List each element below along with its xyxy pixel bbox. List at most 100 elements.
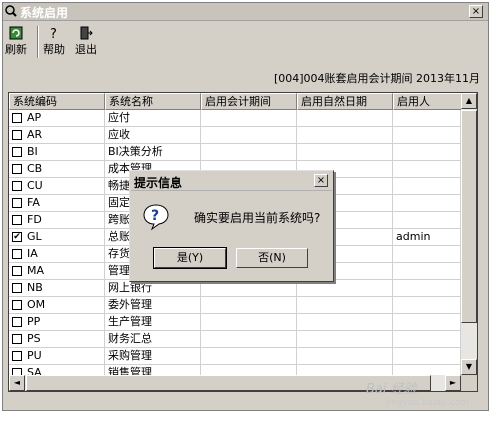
- watermark-logo: Bai 经验: [366, 382, 417, 397]
- cell-text-name: 总账: [108, 230, 130, 243]
- refresh-icon: [9, 26, 23, 40]
- cell-code: FA: [9, 195, 105, 212]
- cell-date: [297, 280, 393, 297]
- cell-user: [393, 144, 461, 161]
- system-code: PP: [27, 315, 41, 328]
- scroll-down-button[interactable]: ▼: [461, 359, 477, 375]
- toolbar-separator: [37, 26, 39, 58]
- watermark-url: jingyan.baidu.com: [386, 398, 470, 408]
- exit-button[interactable]: 退出: [75, 26, 97, 57]
- help-label: 帮助: [43, 43, 65, 56]
- enable-checkbox[interactable]: [12, 266, 22, 276]
- system-code: AP: [27, 111, 42, 124]
- system-code: BI: [27, 145, 38, 158]
- cell-text-name: 财务汇总: [108, 332, 152, 345]
- column-header-name[interactable]: 系统名称: [105, 93, 201, 110]
- scroll-corner: [461, 375, 477, 391]
- toolbar: 刷新 ? 帮助 退出: [3, 22, 488, 62]
- cell-period: [201, 280, 297, 297]
- table-row[interactable]: AR 应收: [9, 127, 461, 144]
- cell-date: [297, 297, 393, 314]
- enable-checkbox[interactable]: [12, 164, 22, 174]
- cell-text-name: 畅捷: [108, 179, 130, 192]
- dialog-close-button[interactable]: ×: [314, 174, 328, 187]
- cell-name: 应收: [105, 127, 201, 144]
- cell-user: [393, 127, 461, 144]
- yes-button[interactable]: 是(Y): [153, 247, 227, 269]
- cell-period: [201, 127, 297, 144]
- table-row[interactable]: PU 采购管理: [9, 348, 461, 365]
- cell-code: NB: [9, 280, 105, 297]
- cell-text-name: 采购管理: [108, 349, 152, 362]
- enable-checkbox[interactable]: [12, 317, 22, 327]
- table-row[interactable]: PS 财务汇总: [9, 331, 461, 348]
- scroll-up-button[interactable]: ▲: [461, 93, 477, 109]
- system-code: MA: [27, 264, 45, 277]
- cell-name: 生产管理: [105, 314, 201, 331]
- enable-checkbox[interactable]: [12, 283, 22, 293]
- cell-text-name: 应付: [108, 111, 130, 124]
- enable-checkbox[interactable]: [12, 334, 22, 344]
- refresh-button[interactable]: 刷新: [5, 26, 27, 57]
- column-header-user[interactable]: 启用人: [393, 93, 463, 110]
- table-row[interactable]: PP 生产管理: [9, 314, 461, 331]
- cell-user: [393, 161, 461, 178]
- cell-code: OM: [9, 297, 105, 314]
- cell-user: [393, 195, 461, 212]
- table-row[interactable]: AP 应付: [9, 110, 461, 127]
- table-row[interactable]: BI BI决策分析: [9, 144, 461, 161]
- column-header-code[interactable]: 系统编码: [9, 93, 105, 110]
- cell-code: FD: [9, 212, 105, 229]
- system-enable-window: 系统启用 × 刷新 ? 帮助 退出 [004]004账套启用会计期间 2013年…: [2, 2, 489, 411]
- cell-code: BI: [9, 144, 105, 161]
- cell-user: [393, 297, 461, 314]
- system-code: IA: [27, 247, 38, 260]
- cell-code: PS: [9, 331, 105, 348]
- cell-period: [201, 110, 297, 127]
- no-button[interactable]: 否(N): [236, 248, 308, 268]
- cell-code: ✔ GL: [9, 229, 105, 246]
- cell-name: BI决策分析: [105, 144, 201, 161]
- enable-checkbox[interactable]: [12, 249, 22, 259]
- dialog-message: 确实要启用当前系统吗?: [194, 211, 321, 225]
- system-code: CU: [27, 179, 43, 192]
- enable-checkbox[interactable]: [12, 300, 22, 310]
- cell-name: 财务汇总: [105, 331, 201, 348]
- enable-checkbox[interactable]: [12, 351, 22, 361]
- system-code: GL: [27, 230, 42, 243]
- vertical-scrollbar[interactable]: ▲ ▼: [461, 93, 477, 375]
- cell-name: 网上银行: [105, 280, 201, 297]
- cell-text-name: 生产管理: [108, 315, 152, 328]
- cell-text-name: 跨账: [108, 213, 130, 226]
- column-header-date[interactable]: 启用自然日期: [297, 93, 393, 110]
- enable-checkbox[interactable]: [12, 130, 22, 140]
- enable-checkbox[interactable]: [12, 113, 22, 123]
- enable-checkbox[interactable]: [12, 198, 22, 208]
- scroll-left-button[interactable]: ◄: [9, 375, 25, 391]
- system-code: NB: [27, 281, 43, 294]
- vertical-scroll-thumb[interactable]: [461, 110, 477, 323]
- cell-user: [393, 348, 461, 365]
- enable-checkbox[interactable]: ✔: [12, 232, 22, 242]
- help-button[interactable]: ? 帮助: [43, 26, 65, 57]
- cell-user: [393, 178, 461, 195]
- cell-text-name: 应收: [108, 128, 130, 141]
- cell-date: [297, 314, 393, 331]
- system-code: FA: [27, 196, 40, 209]
- enable-checkbox[interactable]: [12, 181, 22, 191]
- window-close-button[interactable]: ×: [469, 5, 483, 18]
- cell-code: AR: [9, 127, 105, 144]
- question-icon: ?: [143, 204, 169, 231]
- system-code: CB: [27, 162, 43, 175]
- column-header-period[interactable]: 启用会计期间: [201, 93, 297, 110]
- cell-name: 委外管理: [105, 297, 201, 314]
- enable-checkbox[interactable]: [12, 215, 22, 225]
- cell-code: AP: [9, 110, 105, 127]
- table-row[interactable]: NB 网上银行: [9, 280, 461, 297]
- table-row[interactable]: OM 委外管理: [9, 297, 461, 314]
- cell-user: [393, 314, 461, 331]
- exit-icon: [80, 26, 93, 40]
- scroll-right-button[interactable]: ►: [445, 375, 461, 391]
- enable-checkbox[interactable]: [12, 147, 22, 157]
- cell-text-user: admin: [396, 230, 431, 243]
